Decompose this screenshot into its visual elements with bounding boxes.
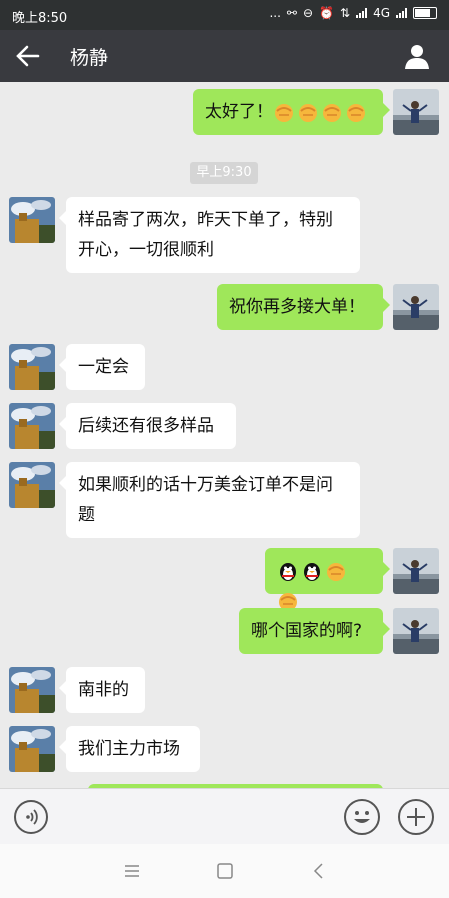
fist-emoji (299, 104, 317, 122)
penguin-emoji (304, 563, 320, 581)
message-text: 我们主力市场 (78, 739, 180, 759)
contact-avatar[interactable] (9, 344, 55, 390)
message-bubble[interactable]: 如果顺利的话十万美金订单不是问题 (59, 462, 360, 538)
fist-emoji (347, 104, 365, 122)
contact-avatar[interactable] (9, 667, 55, 713)
voice-icon (26, 809, 38, 825)
message-bubble[interactable]: 哪个国家的啊? (239, 608, 390, 654)
message-left: 南非的 (0, 667, 449, 713)
message-text: 后续还有很多样品 (78, 416, 214, 436)
message-left: 我们主力市场 (0, 726, 449, 772)
battery-icon (413, 7, 437, 19)
chat-area[interactable]: 早上9:30 太好了！ 样品寄了两次，昨天下单了，特别 开心，一切很顺利祝你再多接大… (0, 82, 449, 788)
message-right: 祝你再多接大单！ (0, 284, 449, 330)
message-text: 祝你再多接大单！ (229, 297, 365, 317)
more-dots-icon: ... (269, 6, 281, 20)
message-left: 一定会 (0, 344, 449, 390)
message-text: 一定会 (78, 357, 129, 377)
message-bubble[interactable]: 南非的 (59, 667, 145, 713)
message-text-line: 如果顺利的话十万美金订单不是问 (78, 475, 333, 495)
message-bubble[interactable]: 一定会 (59, 344, 145, 390)
message-text: 南非的 (78, 680, 129, 700)
message-right: 太好了！ (0, 89, 449, 135)
input-bar (0, 788, 449, 845)
my-avatar[interactable] (393, 284, 439, 330)
message-left: 样品寄了两次，昨天下单了，特别 开心，一切很顺利 (0, 197, 449, 273)
chat-title: 杨静 (70, 47, 109, 69)
message-right: 哪个国家的啊? (0, 608, 449, 654)
message-bubble[interactable]: 后续还有很多样品 (59, 403, 236, 449)
contact-avatar[interactable] (9, 197, 55, 243)
alarm-icon: ⏰ (319, 6, 334, 20)
fist-emoji (327, 563, 345, 581)
message-bubble[interactable]: 祝你再多接大单！ (217, 284, 390, 330)
title-bar: 杨静 (0, 30, 449, 82)
signal-icon (356, 8, 368, 18)
back-arrow-icon[interactable] (14, 42, 42, 70)
signal-icon-2 (396, 8, 407, 18)
status-time: 晚上8:50 (12, 11, 68, 26)
message-text-line: 题 (78, 505, 95, 525)
message-text: 太好了！ (205, 102, 273, 122)
fist-emoji (275, 104, 293, 122)
back-icon[interactable] (310, 862, 328, 880)
do-not-disturb-icon: ⊖ (302, 6, 314, 20)
fist-emoji (323, 104, 341, 122)
system-nav-bar (0, 844, 449, 898)
message-right (0, 548, 449, 611)
message-text-line: 样品寄了两次，昨天下单了，特别 (78, 210, 333, 230)
status-bar: 晚上8:50 ... ⚯ ⊖ ⏰ ⇅ 4G (0, 0, 449, 30)
message-text-line: 开心，一切很顺利 (78, 240, 214, 260)
my-avatar[interactable] (393, 89, 439, 135)
status-icons: ... ⚯ ⊖ ⏰ ⇅ 4G (269, 6, 437, 20)
smiley-icon (354, 811, 370, 823)
menu-icon[interactable] (123, 862, 141, 880)
emoji-button[interactable] (344, 799, 380, 835)
message-left: 后续还有很多样品 (0, 403, 449, 449)
contact-avatar[interactable] (9, 726, 55, 772)
time-badge: 早上9:30 (190, 162, 258, 184)
my-avatar[interactable] (393, 608, 439, 654)
message-left: 如果顺利的话十万美金订单不是问题 (0, 462, 449, 538)
contact-avatar[interactable] (9, 462, 55, 508)
message-bubble[interactable]: 我们主力市场 (59, 726, 200, 772)
more-button[interactable] (398, 799, 434, 835)
message-text: 哪个国家的啊? (251, 621, 363, 641)
home-icon[interactable] (216, 862, 234, 880)
data-transfer-icon: ⇅ (340, 6, 351, 20)
message-bubble[interactable]: 太好了！ (193, 89, 390, 135)
my-avatar[interactable] (393, 548, 439, 594)
message-bubble[interactable]: 样品寄了两次，昨天下单了，特别 开心，一切很顺利 (59, 197, 360, 273)
profile-icon[interactable] (403, 42, 431, 70)
network-type: 4G (373, 6, 390, 20)
link-icon: ⚯ (286, 6, 297, 20)
contact-avatar[interactable] (9, 403, 55, 449)
message-bubble[interactable] (265, 548, 390, 611)
plus-icon (407, 808, 425, 826)
voice-button[interactable] (14, 800, 48, 834)
penguin-emoji (280, 563, 296, 581)
